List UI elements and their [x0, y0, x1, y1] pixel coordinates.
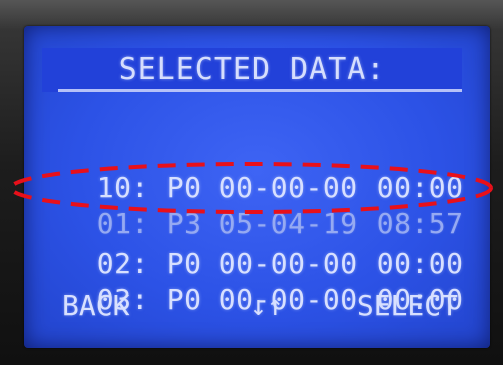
title-underline — [58, 89, 462, 92]
title-bar: SELECTED DATA: — [42, 48, 462, 92]
select-softkey[interactable]: SELECT — [357, 286, 458, 326]
record-row-selected[interactable]: 01: P3 05-04-19 08:57 — [62, 170, 463, 240]
screen-title: SELECTED DATA: — [118, 52, 386, 87]
record-row[interactable]: 03: P0 00-00-00 00:00 — [62, 246, 463, 316]
up-down-arrows-icon[interactable]: ↓↑ — [250, 286, 284, 326]
softkey-bar: BACK ↓↑ SELECT — [62, 286, 462, 326]
record-row[interactable]: 02: P0 00-00-00 00:00 — [62, 210, 463, 280]
record-row[interactable]: 10: P0 00-00-00 00:00 — [62, 134, 463, 204]
back-softkey[interactable]: BACK — [62, 286, 129, 326]
